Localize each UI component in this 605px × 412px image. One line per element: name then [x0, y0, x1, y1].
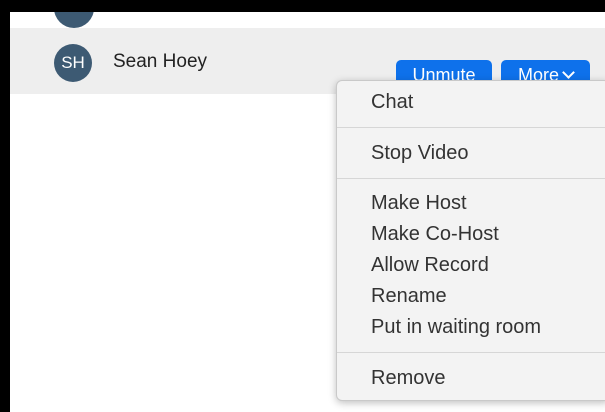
menu-item-chat[interactable]: Chat: [371, 90, 413, 114]
chevron-down-icon: [562, 66, 575, 79]
menu-divider: [337, 178, 605, 179]
menu-item-allow-record[interactable]: Allow Record: [371, 253, 489, 277]
menu-item-make-host[interactable]: Make Host: [371, 191, 467, 215]
menu-item-put-in-waiting-room[interactable]: Put in waiting room: [371, 315, 541, 339]
menu-item-rename[interactable]: Rename: [371, 284, 447, 308]
participant-name: Sean Hoey: [113, 51, 208, 72]
menu-item-make-cohost[interactable]: Make Co-Host: [371, 222, 499, 246]
menu-divider: [337, 352, 605, 353]
avatar: SH: [54, 44, 92, 82]
previous-participant-avatar: [54, 12, 94, 28]
menu-item-stop-video[interactable]: Stop Video: [371, 141, 469, 165]
participant-context-menu: Chat Stop Video Make Host Make Co-Host A…: [336, 80, 605, 401]
menu-divider: [337, 127, 605, 128]
participants-panel: SH Sean Hoey Unmute More Chat Stop Video…: [10, 12, 605, 412]
menu-item-remove[interactable]: Remove: [371, 366, 445, 390]
